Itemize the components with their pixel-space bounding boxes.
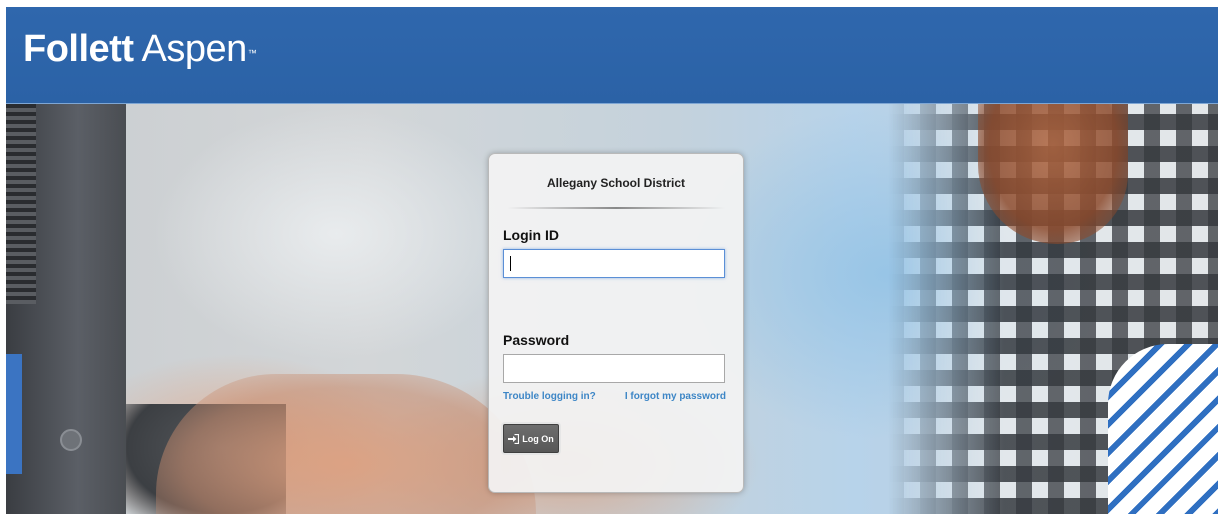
logo-product: Aspen — [141, 28, 247, 70]
login-panel: Allegany School District Login ID Passwo… — [488, 153, 744, 493]
forgot-password-link[interactable]: I forgot my password — [625, 391, 726, 402]
logo-brand: Follett — [23, 28, 134, 70]
login-id-input[interactable] — [503, 249, 725, 278]
login-id-label: Login ID — [503, 227, 559, 243]
app-header: Follett Aspen™ — [6, 7, 1218, 104]
log-on-label: Log On — [522, 433, 554, 444]
text-caret — [510, 256, 511, 271]
bg-striped-sleeve — [1108, 344, 1218, 514]
district-name: Allegany School District — [546, 176, 686, 190]
password-label: Password — [503, 332, 570, 348]
logo-trademark: ™ — [247, 48, 257, 58]
bg-hands — [156, 374, 536, 514]
page-frame: Follett Aspen™ Allegany School District L… — [6, 7, 1218, 514]
panel-divider — [507, 207, 725, 209]
password-input[interactable] — [503, 354, 725, 383]
follett-aspen-logo: Follett Aspen™ — [23, 27, 257, 71]
sign-in-icon — [508, 433, 520, 444]
bg-monitor — [6, 104, 126, 514]
log-on-button[interactable]: Log On — [503, 424, 559, 453]
trouble-logging-in-link[interactable]: Trouble logging in? — [503, 391, 596, 402]
